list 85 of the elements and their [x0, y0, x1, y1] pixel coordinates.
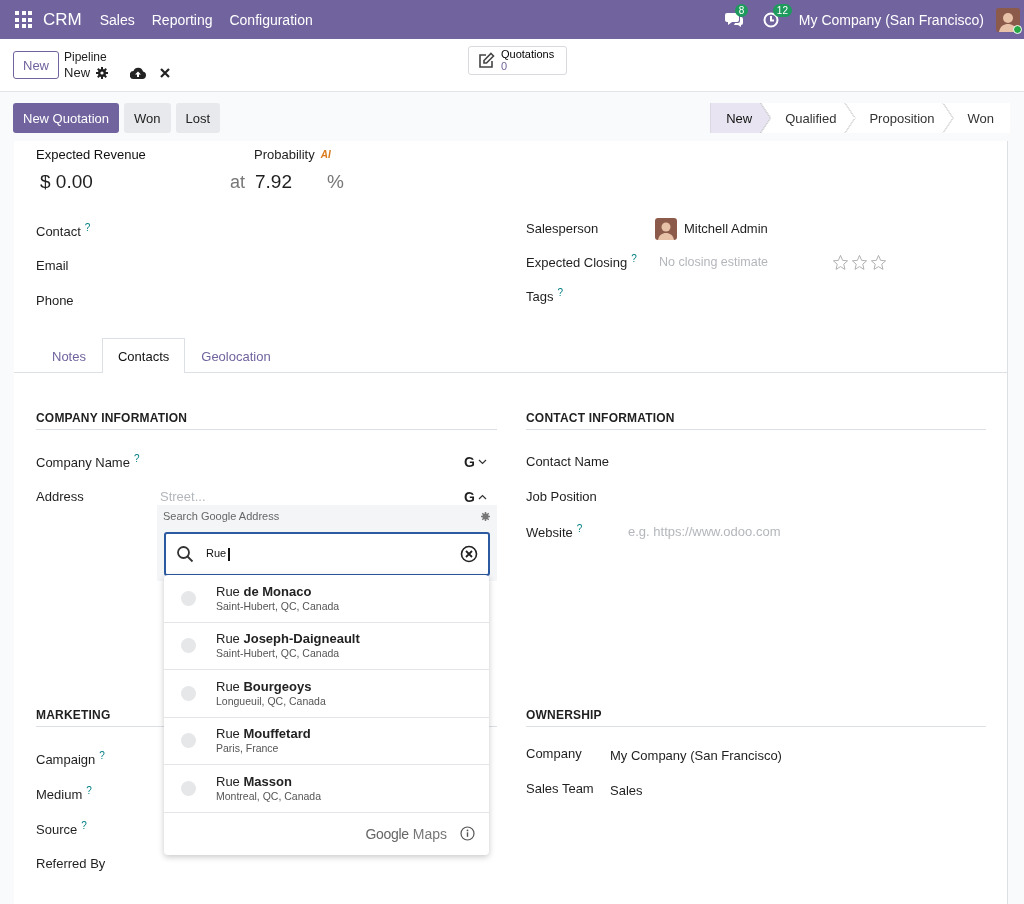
provider-logo: Google [365, 825, 409, 842]
breadcrumb-link[interactable]: Pipeline [64, 50, 171, 65]
field-label: Medium [36, 787, 83, 803]
user-avatar [655, 217, 677, 240]
notification-badge: 8 [734, 3, 749, 17]
field-label: Tags [526, 289, 554, 305]
notification-badge: 12 [772, 3, 792, 17]
quotations-smart-button[interactable]: Quotations 0 [468, 46, 567, 75]
section-title: COMPANY INFORMATION [36, 411, 497, 430]
help-tooltip[interactable]: ? [81, 819, 87, 831]
close-icon[interactable] [160, 67, 171, 78]
action-button[interactable]: Lost [175, 103, 221, 133]
menu-item[interactable]: Reporting [151, 11, 213, 28]
tab[interactable]: Notes [36, 338, 102, 373]
google-search-button[interactable]: G [464, 488, 475, 505]
field-label: Contact [36, 224, 81, 240]
field-label: Probability [254, 147, 315, 162]
field-value[interactable]: My Company (San Francisco) [610, 748, 782, 763]
app-name[interactable]: CRM [43, 9, 82, 30]
field-label: Company [526, 746, 582, 761]
field-label: Campaign [36, 752, 96, 768]
record-title: New [64, 65, 91, 80]
percent-sign: % [327, 171, 344, 193]
google-search-button[interactable]: G [464, 453, 475, 470]
field-label: Contact Name [526, 454, 610, 469]
chevron-icon[interactable] [478, 458, 487, 465]
field-label: Sales Team [526, 781, 594, 796]
help-tooltip[interactable]: ? [557, 286, 564, 298]
address-suggestion[interactable]: Rue Joseph-Daigneault Saint-Hubert, QC, Canada [164, 622, 489, 670]
section-title: OWNERSHIP [526, 708, 986, 727]
search-icon [176, 545, 194, 563]
field-label: Expected Closing [526, 255, 628, 271]
salesperson-value[interactable]: Mitchell Admin [684, 221, 768, 236]
section-title: CONTACT INFORMATION [526, 411, 986, 430]
menu-item[interactable]: Configuration [229, 11, 313, 28]
star-icon[interactable] [870, 253, 887, 271]
revenue-value[interactable]: $ 0.00 [40, 171, 230, 193]
chevron-icon[interactable] [478, 493, 487, 500]
stage-step[interactable]: Won [943, 103, 1010, 133]
menu-item[interactable]: Sales [99, 11, 135, 28]
field-label: Expected Revenue [36, 147, 147, 162]
field-label: Phone [36, 293, 74, 308]
action-button[interactable]: Won [124, 103, 171, 133]
stage-step[interactable]: New [710, 103, 771, 133]
probability-value[interactable]: 7.92 [255, 171, 327, 193]
at-label: at [230, 172, 245, 193]
field-label: Address [36, 489, 84, 504]
address-suggestion[interactable]: Rue Bourgeoys Longueuil, QC, Canada [164, 670, 489, 718]
address-suggestion[interactable]: Rue Masson Montreal, QC, Canada [164, 765, 489, 813]
field-value[interactable]: Sales [610, 783, 643, 798]
field-label: Email [36, 258, 69, 273]
address-suggestion[interactable]: Rue Mouffetard Paris, France [164, 717, 489, 765]
help-tooltip[interactable]: ? [631, 253, 637, 265]
tab[interactable]: Geolocation [185, 338, 287, 373]
field-label: Website [526, 525, 573, 541]
company-switcher[interactable]: My Company (San Francisco) [798, 11, 984, 28]
provider-name: Maps [412, 825, 447, 842]
help-tooltip[interactable]: ? [84, 221, 91, 233]
field-label: Salesperson [526, 221, 599, 236]
field-label: Referred By [36, 856, 106, 871]
new-button[interactable]: New [13, 51, 59, 79]
address-search-field[interactable]: Rue [164, 532, 490, 576]
star-icon[interactable] [851, 253, 868, 271]
stage-step[interactable]: Proposition [845, 103, 953, 133]
settings-icon[interactable] [96, 66, 109, 79]
help-tooltip[interactable]: ? [133, 452, 140, 464]
tab[interactable]: Contacts [101, 338, 186, 373]
field-label: Job Position [526, 489, 597, 504]
cloud-upload-icon[interactable] [130, 66, 147, 79]
edit-icon [477, 51, 495, 70]
help-tooltip[interactable]: ? [576, 522, 583, 534]
help-tooltip[interactable]: ? [99, 749, 105, 761]
panel-title: Search Google Address [163, 510, 280, 522]
stage-step[interactable]: Qualified [761, 103, 855, 133]
primary-action-button[interactable]: New Quotation [13, 103, 119, 133]
user-avatar[interactable] [996, 7, 1020, 32]
field-label: Company Name [36, 455, 130, 471]
address-suggestion[interactable]: Rue de Monaco Saint-Hubert, QC, Canada [164, 575, 489, 623]
info-icon[interactable] [460, 826, 475, 841]
help-tooltip[interactable]: ? [86, 784, 92, 796]
clear-icon[interactable] [460, 545, 478, 563]
clock-icon[interactable] [762, 11, 779, 28]
field-label: Source [36, 822, 78, 838]
apps-menu-icon[interactable] [15, 11, 32, 28]
star-icon[interactable] [832, 253, 849, 271]
